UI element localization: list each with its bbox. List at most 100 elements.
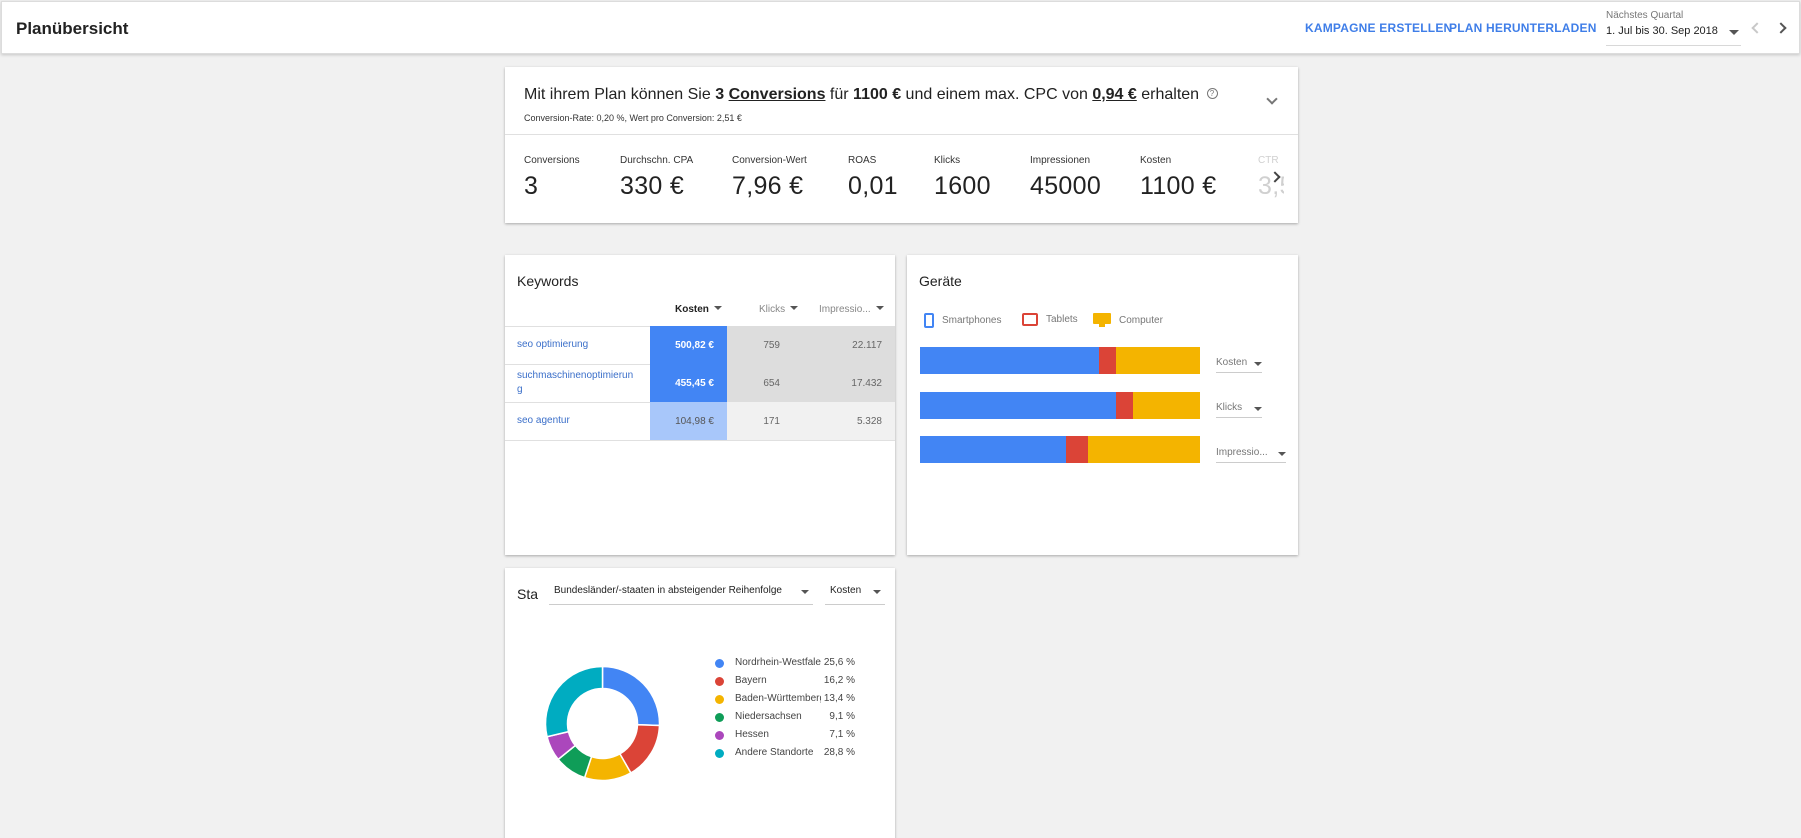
- summary-headline: Mit ihrem Plan können Sie 3 Conversions …: [524, 86, 1218, 104]
- keyword-link[interactable]: seo optimierung: [517, 338, 637, 352]
- metric-label: CTR: [1258, 155, 1279, 166]
- bar-segment-computer: [1132, 392, 1200, 419]
- metric-value: 3: [524, 172, 539, 200]
- metric-label: Impressionen: [1030, 155, 1091, 166]
- column-header-impressions[interactable]: Impressio...: [819, 304, 884, 315]
- column-label: Kosten: [675, 304, 709, 315]
- conversions-link[interactable]: Conversions: [729, 86, 826, 103]
- headline-text: für: [825, 86, 854, 103]
- metric-roas[interactable]: ROAS 0,01: [848, 155, 898, 201]
- dropdown-caret-icon: [801, 590, 809, 594]
- dropdown-caret-icon: [1254, 362, 1262, 366]
- bar-metric-select[interactable]: Impressio...: [1216, 447, 1286, 463]
- tablet-icon: [1022, 313, 1038, 326]
- metric-value: 1600: [934, 172, 991, 200]
- metric-cost[interactable]: Kosten 1100 €: [1140, 155, 1216, 201]
- conversion-rate-subline: Conversion-Rate: 0,20 %, Wert pro Conver…: [524, 113, 742, 123]
- donut-slice-0[interactable]: [601, 665, 661, 727]
- column-label: Klicks: [759, 304, 786, 315]
- device-bar-clicks: [920, 392, 1200, 419]
- impressions-cell: 5.328: [793, 402, 895, 440]
- bar-segment-smartphones: [920, 392, 1116, 419]
- download-plan-button[interactable]: PLAN HERUNTERLADEN: [1449, 21, 1597, 35]
- table-row[interactable]: suchmaschinenoptimierung 455,45 € 654 17…: [505, 364, 895, 402]
- top-bar: Planübersicht KAMPAGNE ERSTELLEN PLAN HE…: [1, 1, 1800, 54]
- dropdown-caret-icon: [873, 590, 881, 594]
- max-cpc-link[interactable]: 0,94 €: [1092, 86, 1136, 103]
- bar-segment-tablets: [1065, 436, 1088, 463]
- divider: [505, 134, 1298, 135]
- sort-caret-icon: [875, 306, 884, 310]
- bar-segment-tablets: [1099, 347, 1116, 374]
- keywords-title: Keywords: [517, 273, 579, 289]
- legend-label: Andere Standorte: [735, 747, 814, 758]
- table-row[interactable]: seo optimierung 500,82 € 759 22.117: [505, 326, 895, 364]
- region-metric-select[interactable]: Kosten: [825, 585, 885, 605]
- conversions-count: 3: [715, 86, 725, 103]
- states-title: Sta: [517, 586, 539, 602]
- plan-summary-card: Mit ihrem Plan können Sie 3 Conversions …: [505, 67, 1298, 223]
- legend-computer[interactable]: Computer: [1093, 313, 1163, 327]
- sort-caret-icon: [790, 306, 799, 310]
- budget-value: 1100 €: [853, 86, 902, 103]
- legend-dot: [715, 713, 724, 722]
- headline-text: und einem max. CPC von: [901, 86, 1093, 103]
- legend-dot: [715, 731, 724, 740]
- legend-item: Niedersachsen 9,1 %: [715, 711, 865, 725]
- states-donut-chart: [544, 665, 661, 782]
- legend-label: Computer: [1119, 314, 1163, 326]
- legend-percent: 28,8 %: [823, 747, 855, 758]
- devices-title: Geräte: [919, 273, 962, 289]
- legend-tablets[interactable]: Tablets: [1022, 313, 1078, 326]
- keyword-link[interactable]: seo agentur: [517, 414, 637, 428]
- chevron-down-icon[interactable]: [1266, 93, 1278, 105]
- device-bar-cost: [920, 347, 1200, 374]
- impressions-cell: 17.432: [793, 364, 895, 402]
- legend-label: Nordrhein-Westfalen: [735, 657, 821, 668]
- dropdown-caret-icon: [1278, 452, 1286, 456]
- column-header-cost[interactable]: Kosten: [675, 304, 722, 315]
- region-order-select[interactable]: Bundesländer/-staaten in absteigender Re…: [549, 585, 813, 605]
- bar-metric-select[interactable]: Kosten: [1216, 357, 1262, 373]
- bar-metric-select[interactable]: Klicks: [1216, 402, 1262, 418]
- metric-label: ROAS: [848, 155, 877, 166]
- table-row[interactable]: seo agentur 104,98 € 171 5.328: [505, 402, 895, 440]
- device-bar-impressions: [920, 436, 1200, 463]
- impressions-cell: 22.117: [793, 326, 895, 364]
- chevron-left-icon[interactable]: [1751, 22, 1763, 34]
- cost-cell: 104,98 €: [650, 402, 727, 440]
- bar-segment-smartphones: [920, 347, 1100, 374]
- metric-label: Conversion-Wert: [732, 155, 807, 166]
- metric-value: 330 €: [620, 172, 685, 200]
- legend-label: Hessen: [735, 729, 769, 740]
- metric-conversions[interactable]: Conversions 3: [524, 155, 580, 201]
- legend-dot: [715, 659, 724, 668]
- date-range-label: Nächstes Quartal: [1606, 10, 1684, 21]
- metric-conversion-value[interactable]: Conversion-Wert 7,96 €: [732, 155, 807, 201]
- bar-segment-tablets: [1116, 392, 1133, 419]
- legend-smartphones[interactable]: Smartphones: [924, 313, 1001, 328]
- chevron-right-icon[interactable]: [1775, 22, 1787, 34]
- column-header-clicks[interactable]: Klicks: [759, 304, 799, 315]
- divider: [505, 440, 895, 441]
- sort-caret-icon: [713, 306, 722, 310]
- page-title: Planübersicht: [16, 19, 129, 38]
- donut-slice-5[interactable]: [544, 665, 604, 738]
- metric-impressions[interactable]: Impressionen 45000: [1030, 155, 1101, 201]
- metric-clicks[interactable]: Klicks 1600: [934, 155, 991, 201]
- bar-segment-computer: [1115, 347, 1200, 374]
- help-icon[interactable]: ?: [1206, 88, 1218, 99]
- metric-value: 1100 €: [1140, 172, 1217, 200]
- create-campaign-button[interactable]: KAMPAGNE ERSTELLEN: [1305, 21, 1452, 35]
- legend-label: Smartphones: [942, 315, 1002, 326]
- legend-item: Bayern 16,2 %: [715, 675, 865, 689]
- clicks-cell: 759: [727, 326, 793, 364]
- metric-cpa[interactable]: Durchschn. CPA 330 €: [620, 155, 693, 201]
- dropdown-caret-icon: [1729, 30, 1739, 35]
- metric-value: 0,01: [848, 172, 898, 200]
- legend-dot: [715, 677, 724, 686]
- headline-text: Mit ihrem Plan können Sie: [524, 86, 716, 103]
- date-range-select[interactable]: Nächstes Quartal 1. Jul bis 30. Sep 2018: [1606, 10, 1741, 46]
- keyword-link[interactable]: suchmaschinenoptimierung: [517, 369, 637, 397]
- select-value: Kosten: [830, 585, 862, 596]
